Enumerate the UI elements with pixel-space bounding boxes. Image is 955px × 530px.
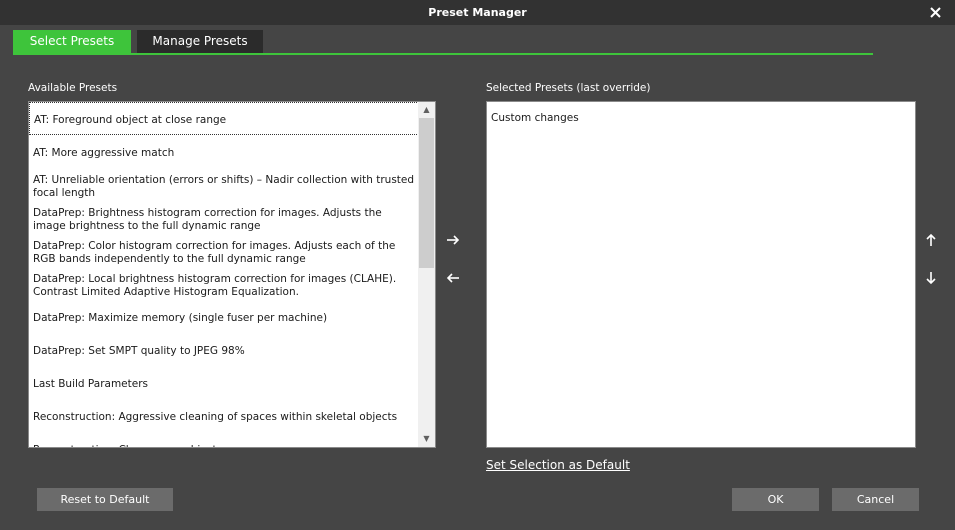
list-item[interactable]: AT: Unreliable orientation (errors or sh… <box>29 168 419 201</box>
available-presets-label: Available Presets <box>28 82 118 94</box>
ok-button[interactable]: OK <box>732 488 819 511</box>
list-item[interactable]: DataPrep: Maximize memory (single fuser … <box>29 300 419 333</box>
list-item[interactable]: DataPrep: Color histogram correction for… <box>29 234 419 267</box>
close-icon[interactable] <box>928 5 943 20</box>
list-item[interactable]: AT: Foreground object at close range <box>29 102 419 135</box>
scroll-up-icon[interactable]: ▲ <box>418 102 435 118</box>
list-item[interactable]: AT: More aggressive match <box>29 135 419 168</box>
list-item[interactable]: DataPrep: Set SMPT quality to JPEG 98% <box>29 333 419 366</box>
selected-presets-list[interactable]: Custom changes <box>486 101 916 448</box>
title-bar: Preset Manager <box>0 0 955 25</box>
arrow-left-icon[interactable] <box>444 269 462 287</box>
cancel-button[interactable]: Cancel <box>832 488 919 511</box>
arrow-up-icon[interactable] <box>922 231 940 249</box>
selected-presets-label: Selected Presets (last override) <box>486 82 651 94</box>
list-item[interactable]: Last Build Parameters <box>29 366 419 399</box>
list-item[interactable]: Reconstruction: Aggressive cleaning of s… <box>29 399 419 432</box>
arrow-down-icon[interactable] <box>922 269 940 287</box>
tab-manage-presets[interactable]: Manage Presets <box>137 30 263 53</box>
scroll-down-icon[interactable]: ▼ <box>418 431 435 447</box>
available-scrollbar[interactable]: ▲ ▼ <box>418 102 435 447</box>
scroll-thumb[interactable] <box>419 118 434 268</box>
available-presets-list[interactable]: AT: Foreground object at close range AT:… <box>28 101 436 448</box>
arrow-right-icon[interactable] <box>444 231 462 249</box>
set-default-link[interactable]: Set Selection as Default <box>486 458 630 472</box>
list-item[interactable]: DataPrep: Brightness histogram correctio… <box>29 201 419 234</box>
window-title: Preset Manager <box>428 6 527 19</box>
reset-to-default-button[interactable]: Reset to Default <box>37 488 173 511</box>
list-item[interactable]: DataPrep: Local brightness histogram cor… <box>29 267 419 300</box>
tab-select-presets[interactable]: Select Presets <box>13 30 131 53</box>
tab-underline <box>13 53 873 55</box>
list-item[interactable]: Reconstruction: Close range object <box>29 432 419 447</box>
list-item[interactable]: Custom changes <box>487 102 915 124</box>
